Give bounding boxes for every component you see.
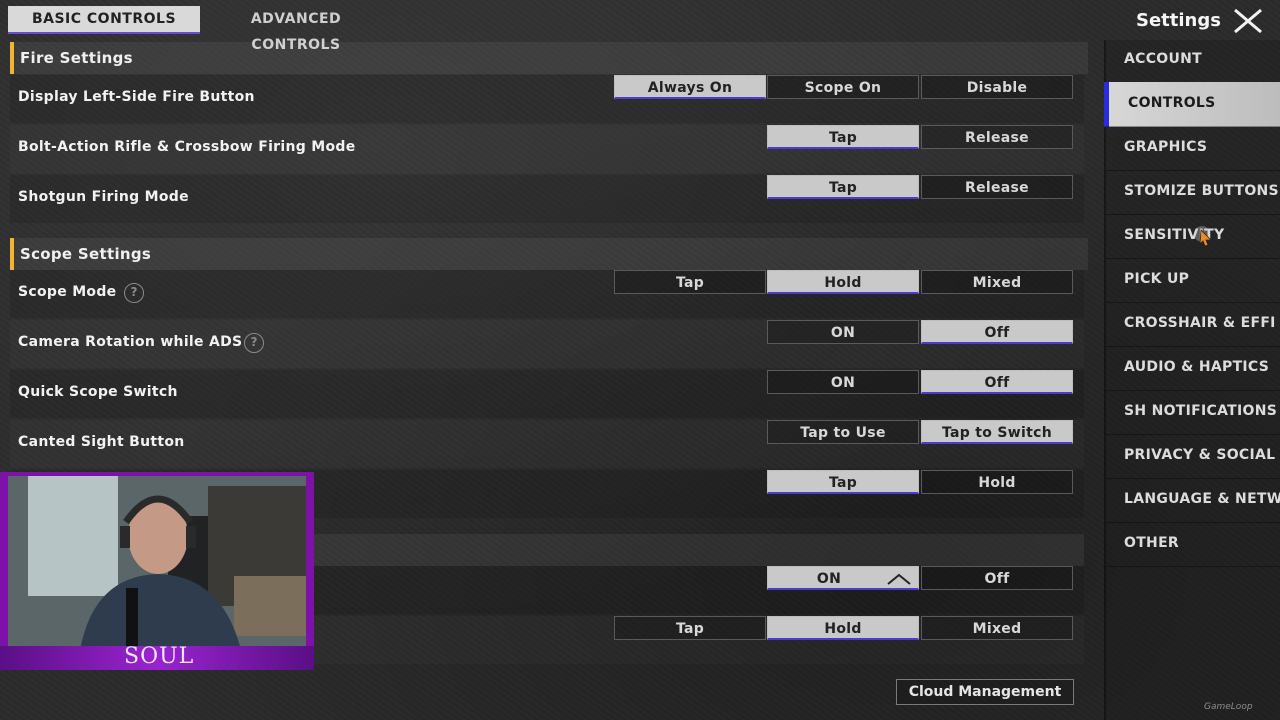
nav-item-label: GRAPHICS xyxy=(1124,139,1208,155)
cloud-management-button[interactable]: Cloud Management xyxy=(896,679,1074,705)
nav-item-label: CONTROLS xyxy=(1128,95,1216,111)
option-tap-to-use[interactable]: Tap to Use xyxy=(767,420,919,444)
nav-item-crosshair[interactable]: CROSSHAIR & EFFI xyxy=(1106,302,1280,347)
nav-item-graphics[interactable]: GRAPHICS xyxy=(1106,126,1280,171)
nav-item-label: PRIVACY & SOCIAL xyxy=(1124,447,1276,463)
nav-item-notifications[interactable]: SH NOTIFICATIONS xyxy=(1106,390,1280,435)
option-tap[interactable]: Tap xyxy=(767,470,919,494)
section-fire-settings: Fire Settings xyxy=(10,42,1088,74)
nav-item-privacy-social[interactable]: PRIVACY & SOCIAL xyxy=(1106,434,1280,479)
nav-item-label: ACCOUNT xyxy=(1124,51,1203,67)
option-on[interactable]: ON xyxy=(767,370,919,394)
nav-item-audio-haptics[interactable]: AUDIO & HAPTICS xyxy=(1106,346,1280,391)
option-tap[interactable]: Tap xyxy=(614,270,766,294)
nav-item-customize-buttons[interactable]: STOMIZE BUTTONS xyxy=(1106,170,1280,215)
nav-item-other[interactable]: OTHER xyxy=(1106,522,1280,567)
option-mixed[interactable]: Mixed xyxy=(921,616,1073,640)
setting-row-quick-scope: Quick Scope Switch ON Off xyxy=(10,370,1084,418)
option-tap[interactable]: Tap xyxy=(767,175,919,199)
cursor-icon xyxy=(1194,226,1212,247)
close-icon[interactable] xyxy=(1232,8,1264,34)
nav-item-label: CROSSHAIR & EFFI xyxy=(1124,315,1276,331)
setting-row-left-fire: Display Left-Side Fire Button Always On … xyxy=(10,75,1084,123)
option-off[interactable]: Off xyxy=(921,320,1073,344)
setting-label: Canted Sight Button xyxy=(18,434,185,450)
nav-item-label: STOMIZE BUTTONS xyxy=(1124,183,1279,199)
setting-label: Bolt-Action Rifle & Crossbow Firing Mode xyxy=(18,139,356,155)
tab-bar: BASIC CONTROLS ADVANCED CONTROLS xyxy=(0,0,1100,53)
setting-row-scope-mode: Scope Mode ? Tap Hold Mixed xyxy=(10,270,1084,318)
option-release[interactable]: Release xyxy=(921,175,1073,199)
webcam-video xyxy=(8,476,306,664)
tab-advanced-controls[interactable]: ADVANCED CONTROLS xyxy=(204,6,388,53)
setting-label: Quick Scope Switch xyxy=(18,384,178,400)
section-title: Scope Settings xyxy=(20,245,152,263)
nav-item-account[interactable]: ACCOUNT xyxy=(1106,38,1280,83)
nav-item-pick-up[interactable]: PICK UP xyxy=(1106,258,1280,303)
option-off[interactable]: Off xyxy=(921,566,1073,590)
streamer-name: SOUL xyxy=(124,644,195,669)
help-icon[interactable]: ? xyxy=(244,333,264,353)
option-hold[interactable]: Hold xyxy=(767,270,919,294)
section-scope-settings: Scope Settings xyxy=(10,238,1088,270)
option-on[interactable]: ON xyxy=(767,320,919,344)
nav-item-label: PICK UP xyxy=(1124,271,1190,287)
gameloop-watermark: GameLoop xyxy=(1204,702,1253,712)
nav-item-label: AUDIO & HAPTICS xyxy=(1124,359,1270,375)
setting-label: Display Left-Side Fire Button xyxy=(18,89,255,105)
nav-item-controls[interactable]: CONTROLS xyxy=(1104,82,1280,127)
option-label: ON xyxy=(816,571,842,587)
nav-item-label: LANGUAGE & NETW xyxy=(1124,491,1280,507)
option-hold[interactable]: Hold xyxy=(767,616,919,640)
nav-item-label: SH NOTIFICATIONS xyxy=(1124,403,1278,419)
setting-row-canted-sight: Canted Sight Button Tap to Use Tap to Sw… xyxy=(10,420,1084,468)
option-off[interactable]: Off xyxy=(921,370,1073,394)
option-tap-to-switch[interactable]: Tap to Switch xyxy=(921,420,1073,444)
page-title: Settings xyxy=(1136,10,1221,31)
setting-row-shotgun: Shotgun Firing Mode Tap Release xyxy=(10,175,1084,223)
option-disable[interactable]: Disable xyxy=(921,75,1073,99)
section-title: Fire Settings xyxy=(20,49,133,67)
tab-basic-controls[interactable]: BASIC CONTROLS xyxy=(8,6,200,34)
option-mixed[interactable]: Mixed xyxy=(921,270,1073,294)
setting-label: Camera Rotation while ADS xyxy=(18,334,243,350)
nav-item-label: OTHER xyxy=(1124,535,1180,551)
option-always-on[interactable]: Always On xyxy=(614,75,766,99)
setting-row-bolt-action: Bolt-Action Rifle & Crossbow Firing Mode… xyxy=(10,125,1084,173)
option-tap[interactable]: Tap xyxy=(767,125,919,149)
setting-label: Shotgun Firing Mode xyxy=(18,189,189,205)
option-hold[interactable]: Hold xyxy=(921,470,1073,494)
chevron-up-icon xyxy=(887,573,911,585)
streamer-image xyxy=(8,476,306,664)
option-release[interactable]: Release xyxy=(921,125,1073,149)
nav-item-language-network[interactable]: LANGUAGE & NETW xyxy=(1106,478,1280,523)
setting-row-camera-rotation: Camera Rotation while ADS ? ON Off xyxy=(10,320,1084,368)
help-icon[interactable]: ? xyxy=(124,283,144,303)
setting-label: Scope Mode xyxy=(18,284,117,300)
option-on[interactable]: ON xyxy=(767,566,919,590)
option-scope-on[interactable]: Scope On xyxy=(767,75,919,99)
option-tap[interactable]: Tap xyxy=(614,616,766,640)
